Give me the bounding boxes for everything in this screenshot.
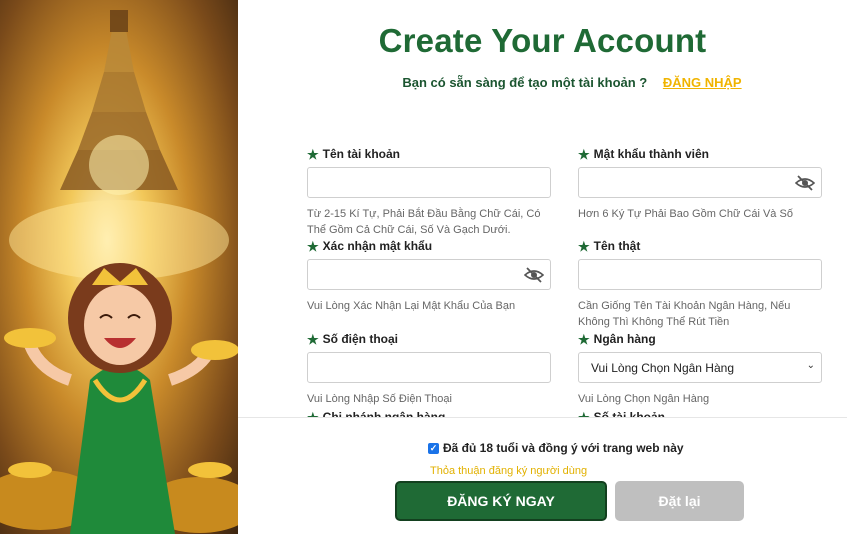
star-icon: ★ (578, 331, 590, 347)
password-field-group: ★ Mật khẩu thành viên Hơn 6 Ký Tự Phải B… (578, 146, 822, 222)
account-number-field-group: ★ Số tài khoản (578, 409, 822, 417)
login-prompt: Bạn có sẵn sàng để tạo một tài khoản ? Đ… (238, 75, 847, 90)
bank-field-group: ★ Ngân hàng Vui Lòng Chọn Ngân Hàng ⌄ Vu… (578, 331, 822, 407)
phone-label-row: ★ Số điện thoại (307, 331, 551, 347)
eye-off-icon[interactable] (524, 266, 544, 284)
footer-divider (238, 417, 847, 418)
agreement-text: Đã đủ 18 tuổi và đồng ý với trang web nà… (443, 441, 684, 455)
star-icon: ★ (578, 238, 590, 254)
confirm-password-input[interactable] (307, 259, 551, 290)
account-number-label: Số tài khoản (593, 410, 665, 417)
bank-selected-value: Vui Lòng Chọn Ngân Hàng (591, 360, 734, 375)
confirm-password-help: Vui Lòng Xác Nhận Lại Mật Khẩu Của Bạn (307, 300, 516, 312)
agree-checkbox[interactable]: ✓ (428, 442, 439, 454)
bank-label-row: ★ Ngân hàng (578, 331, 822, 347)
password-label-row: ★ Mật khẩu thành viên (578, 146, 822, 162)
bank-select[interactable]: Vui Lòng Chọn Ngân Hàng ⌄ (578, 352, 822, 383)
terms-link[interactable]: Thỏa thuận đăng ký người dùng (430, 465, 587, 477)
phone-field-group: ★ Số điện thoại Vui Lòng Nhập Số Điện Th… (307, 331, 551, 407)
star-icon: ★ (578, 146, 590, 162)
bank-label: Ngân hàng (593, 332, 656, 346)
promo-illustration (0, 0, 238, 534)
agreement-row[interactable]: ✓ Đã đủ 18 tuổi và đồng ý với trang web … (428, 441, 684, 455)
account-number-label-row: ★ Số tài khoản (578, 409, 822, 417)
branch-field-group: ★ Chi nhánh ngân hàng (307, 409, 551, 417)
register-button[interactable]: ĐĂNG KÝ NGAY (395, 481, 607, 521)
illustration-graphic (0, 10, 238, 534)
password-help: Hơn 6 Ký Tự Phải Bao Gồm Chữ Cái Và Số (578, 208, 793, 220)
username-label-row: ★ Tên tài khoản (307, 146, 551, 162)
page-title: Create Your Account (378, 22, 707, 59)
real-name-label-row: ★ Tên thật (578, 238, 822, 254)
password-input[interactable] (578, 167, 822, 198)
real-name-input[interactable] (578, 259, 822, 290)
real-name-label: Tên thật (593, 239, 641, 253)
eye-off-icon[interactable] (795, 174, 815, 192)
star-icon: ★ (307, 238, 319, 254)
username-label: Tên tài khoản (322, 147, 400, 161)
username-help: Từ 2-15 Kí Tự, Phải Bắt Đầu Bằng Chữ Cái… (307, 208, 541, 236)
chevron-down-icon: ⌄ (806, 360, 815, 371)
confirm-password-label: Xác nhận mật khẩu (322, 239, 433, 253)
star-icon: ★ (307, 331, 319, 347)
star-icon: ★ (307, 146, 319, 162)
login-question: Bạn có sẵn sàng để tạo một tài khoản ? (402, 75, 648, 90)
phone-label: Số điện thoại (322, 332, 398, 346)
reset-button[interactable]: Đặt lại (615, 481, 744, 521)
bank-help: Vui Lòng Chọn Ngân Hàng (578, 393, 710, 405)
branch-label-row: ★ Chi nhánh ngân hàng (307, 409, 551, 417)
confirm-password-field-group: ★ Xác nhận mật khẩu Vui Lòng Xác Nhận Lạ… (307, 238, 551, 314)
register-panel: Create Your Account Bạn có sẵn sàng để t… (238, 0, 847, 534)
phone-input[interactable] (307, 352, 551, 383)
real-name-field-group: ★ Tên thật Cần Giống Tên Tài Khoản Ngân … (578, 238, 822, 330)
username-field-group: ★ Tên tài khoản Từ 2-15 Kí Tự, Phải Bắt … (307, 146, 551, 238)
username-input[interactable] (307, 167, 551, 198)
real-name-help: Cần Giống Tên Tài Khoản Ngân Hàng, Nếu K… (578, 300, 791, 328)
check-icon: ✓ (429, 442, 438, 453)
password-label: Mật khẩu thành viên (593, 147, 710, 161)
confirm-password-label-row: ★ Xác nhận mật khẩu (307, 238, 551, 254)
phone-help: Vui Lòng Nhập Số Điện Thoại (307, 393, 452, 405)
branch-label: Chi nhánh ngân hàng (322, 410, 446, 417)
form-scroll-area[interactable]: ★ Tên tài khoản Từ 2-15 Kí Tự, Phải Bắt … (238, 140, 847, 417)
login-link[interactable]: ĐĂNG NHẬP (663, 75, 742, 90)
